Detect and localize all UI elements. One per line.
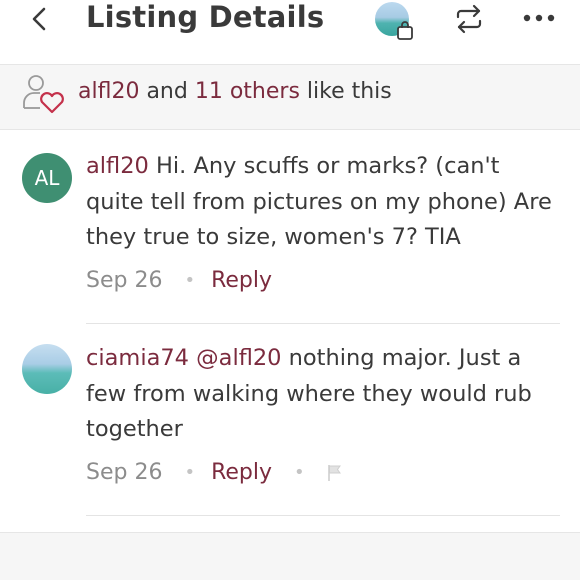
likes-text: alfl20 and 11 others like this: [78, 79, 392, 104]
divider: [86, 323, 560, 324]
bottom-bar: [0, 532, 580, 580]
flag-icon[interactable]: [327, 464, 343, 482]
avatar[interactable]: [22, 344, 72, 394]
likes-heart-person-icon: [23, 75, 64, 114]
comment-body: alfl20 Hi. Any scuffs or marks? (can't q…: [86, 149, 560, 256]
comment-meta: Sep 26 • Reply •: [86, 460, 343, 485]
likes-bar: alfl20 and 11 others like this: [0, 64, 580, 130]
chevron-left-icon[interactable]: [28, 4, 52, 34]
divider: [86, 515, 560, 516]
reply-button[interactable]: Reply: [211, 268, 272, 293]
page-title: Listing Details: [86, 0, 325, 34]
comment-date: Sep 26: [86, 460, 163, 485]
comment-username-link[interactable]: ciamia74: [86, 345, 189, 371]
comment-body: ciamia74 @alfl20 nothing major. Just a f…: [86, 341, 560, 448]
repost-icon[interactable]: [453, 4, 485, 34]
comment-date: Sep 26: [86, 268, 163, 293]
shopping-bag-icon: [397, 21, 413, 40]
cart-button[interactable]: [375, 2, 417, 40]
reply-button[interactable]: Reply: [211, 460, 272, 485]
comment-text: Hi. Any scuffs or marks? (can't quite te…: [86, 153, 552, 250]
others-link[interactable]: 11 others: [195, 79, 300, 104]
avatar[interactable]: AL: [22, 153, 72, 203]
comment-meta: Sep 26 • Reply: [86, 268, 273, 293]
more-horizontal-icon[interactable]: [522, 8, 556, 28]
header: Listing Details: [0, 0, 580, 42]
comment-username-link[interactable]: alfl20: [86, 153, 149, 179]
mention-link[interactable]: @alfl20: [196, 345, 281, 371]
liker-username-link[interactable]: alfl20: [78, 79, 139, 104]
